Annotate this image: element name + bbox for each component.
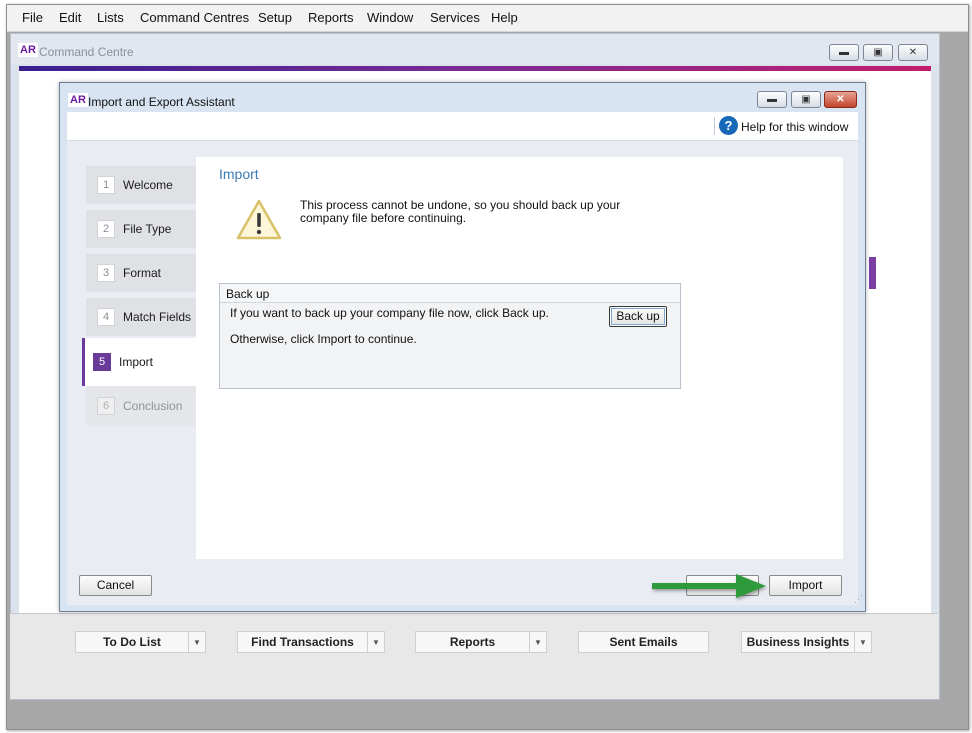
import-instruction: Otherwise, click Import to continue. xyxy=(230,332,417,346)
restore-icon: ▣ xyxy=(873,47,883,58)
menu-setup[interactable]: Setup xyxy=(258,10,292,25)
dialog-close-button[interactable]: ✕ xyxy=(824,91,857,108)
close-icon: ✕ xyxy=(836,94,845,105)
step-label: Welcome xyxy=(123,178,173,192)
step-number: 3 xyxy=(97,264,115,282)
menu-edit[interactable]: Edit xyxy=(59,10,81,25)
page-title: Import xyxy=(219,166,259,182)
help-separator xyxy=(714,117,715,135)
menu-lists[interactable]: Lists xyxy=(97,10,124,25)
resize-grip-icon[interactable]: ⋰ xyxy=(854,594,863,605)
sent-emails-button[interactable]: Sent Emails xyxy=(578,631,709,653)
ar-logo-icon: AR xyxy=(68,93,88,107)
chevron-down-icon[interactable]: ▼ xyxy=(529,632,546,652)
step-match-fields[interactable]: 4 Match Fields xyxy=(86,298,196,336)
step-label: Conclusion xyxy=(123,399,183,413)
arrow-icon xyxy=(652,574,766,598)
step-number: 2 xyxy=(97,220,115,238)
backup-section-title: Back up xyxy=(226,287,270,301)
step-file-type[interactable]: 2 File Type xyxy=(86,210,196,248)
help-link[interactable]: Help for this window xyxy=(741,120,848,134)
command-centre-titlebar: AR Command Centre ▬ ▣ ✕ xyxy=(11,34,939,64)
cc-close-button[interactable]: ✕ xyxy=(898,44,928,61)
step-number: 1 xyxy=(97,176,115,194)
backup-section-header: Back up xyxy=(220,284,680,303)
side-tab[interactable] xyxy=(869,257,876,289)
command-centre-title: Command Centre xyxy=(39,45,134,59)
help-icon[interactable]: ? xyxy=(719,116,738,135)
find-transactions-label: Find Transactions xyxy=(251,635,354,649)
dialog-restore-button[interactable]: ▣ xyxy=(791,91,821,108)
step-label: Format xyxy=(123,266,162,280)
reports-label: Reports xyxy=(449,635,496,649)
step-label: File Type xyxy=(123,222,172,236)
business-insights-button[interactable]: Business Insights ▼ xyxy=(741,631,872,653)
backup-section: Back up If you want to back up your comp… xyxy=(219,283,681,389)
step-conclusion: 6 Conclusion xyxy=(86,386,196,426)
dialog-content-area: ? Help for this window 1 Welcome 2 File … xyxy=(67,112,863,605)
chevron-down-icon[interactable]: ▼ xyxy=(367,632,384,652)
minimize-icon: ▬ xyxy=(767,94,777,105)
to-do-list-label: To Do List xyxy=(103,635,161,649)
import-export-dialog: AR Import and Export Assistant ▬ ▣ ✕ ? H… xyxy=(59,82,866,612)
step-number: 6 xyxy=(97,397,115,415)
application-window: File Edit Lists Command Centres Setup Re… xyxy=(6,4,969,730)
back-up-button[interactable]: Back up xyxy=(609,306,667,327)
command-centre-footer xyxy=(10,613,938,699)
menu-file[interactable]: File xyxy=(22,10,43,25)
menu-reports[interactable]: Reports xyxy=(308,10,354,25)
step-format[interactable]: 3 Format xyxy=(86,254,196,292)
import-panel: Import This process cannot be undone, so… xyxy=(196,157,843,559)
step-import[interactable]: 5 Import xyxy=(82,338,199,386)
minimize-icon: ▬ xyxy=(839,47,849,58)
import-button[interactable]: Import xyxy=(769,575,842,596)
step-number: 4 xyxy=(97,308,115,326)
business-insights-label: Business Insights xyxy=(746,635,850,649)
menu-window[interactable]: Window xyxy=(367,10,413,25)
step-welcome[interactable]: 1 Welcome xyxy=(86,166,196,204)
step-label: Import xyxy=(119,355,154,369)
chevron-down-icon[interactable]: ▼ xyxy=(188,632,205,652)
ar-logo-icon: AR xyxy=(18,43,38,57)
menu-services[interactable]: Services xyxy=(430,10,480,25)
warning-icon xyxy=(236,199,282,240)
reports-button[interactable]: Reports ▼ xyxy=(415,631,547,653)
to-do-list-button[interactable]: To Do List ▼ xyxy=(75,631,206,653)
restore-icon: ▣ xyxy=(801,94,811,105)
cancel-button[interactable]: Cancel xyxy=(79,575,152,596)
cc-restore-button[interactable]: ▣ xyxy=(863,44,893,61)
chevron-down-icon[interactable]: ▼ xyxy=(854,632,871,652)
backup-instruction: If you want to back up your company file… xyxy=(230,306,549,320)
warning-message: This process cannot be undone, so you sh… xyxy=(300,198,621,225)
menu-command-centres[interactable]: Command Centres xyxy=(140,10,249,25)
menu-help[interactable]: Help xyxy=(491,10,518,25)
step-label: Match Fields xyxy=(123,310,192,324)
dialog-minimize-button[interactable]: ▬ xyxy=(757,91,787,108)
find-transactions-button[interactable]: Find Transactions ▼ xyxy=(237,631,385,653)
close-icon: ✕ xyxy=(908,47,918,58)
help-bar: ? Help for this window xyxy=(67,112,858,141)
sent-emails-label: Sent Emails xyxy=(609,635,678,649)
cc-minimize-button[interactable]: ▬ xyxy=(829,44,859,61)
step-number: 5 xyxy=(93,353,111,371)
menu-bar: File Edit Lists Command Centres Setup Re… xyxy=(7,5,968,32)
dialog-title: Import and Export Assistant xyxy=(88,95,235,109)
